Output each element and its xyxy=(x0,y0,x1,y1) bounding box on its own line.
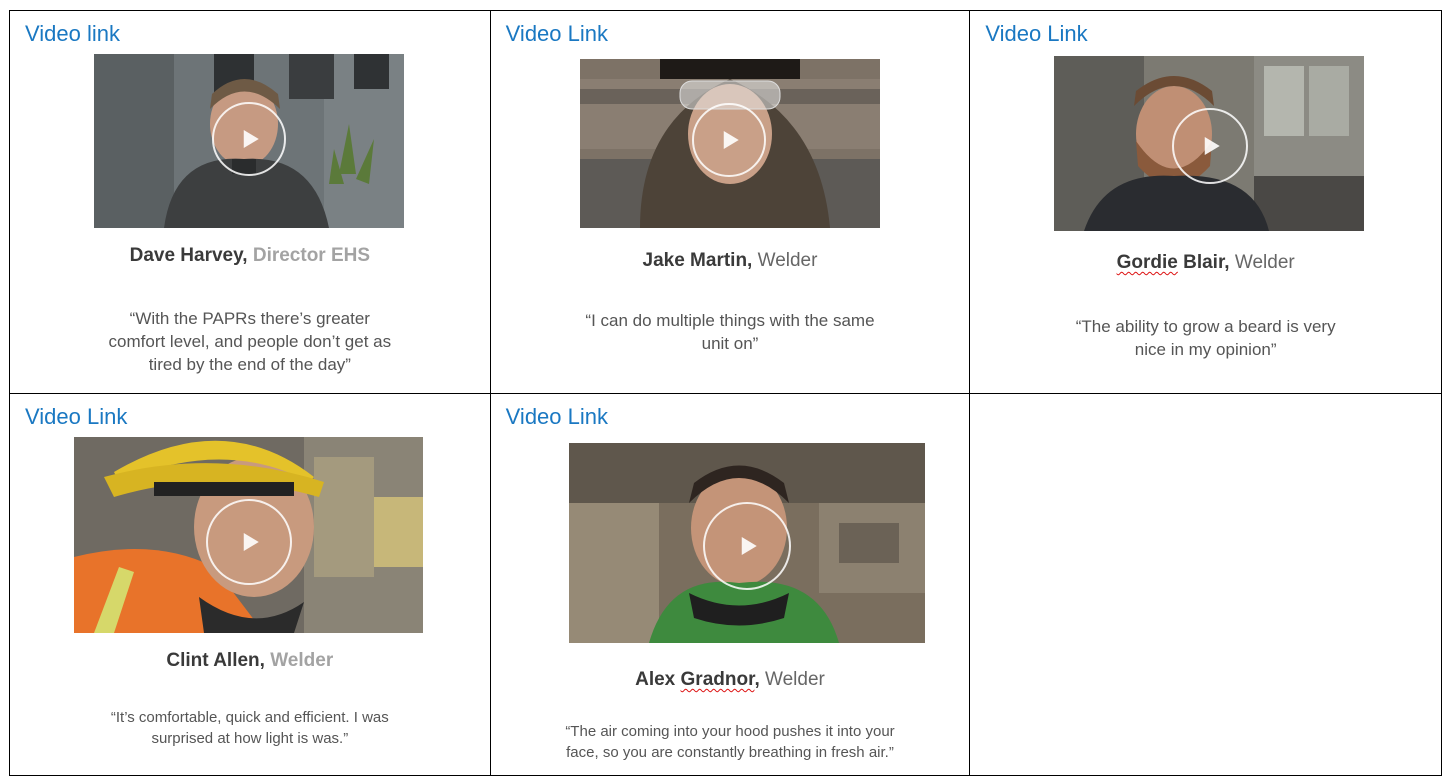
testimonial-quote: “I can do multiple things with the same … xyxy=(585,311,875,353)
video-thumbnail[interactable] xyxy=(94,54,404,228)
video-link[interactable]: Video Link xyxy=(985,21,1087,47)
video-link[interactable]: Video Link xyxy=(506,404,608,430)
testimonial-card: Video Link Alex Gradnor, Welder “The air… xyxy=(489,393,971,776)
testimonial-card: Video link Dave Harvey, Director EHS “Wi… xyxy=(9,10,491,394)
testimonial-quote: “The ability to grow a beard is very nic… xyxy=(1075,317,1336,359)
testimonial-card: Video Link Jake Martin, Welder “I can do… xyxy=(489,10,971,394)
testimonial-quote: “With the PAPRs there’s greater comfort … xyxy=(108,309,392,374)
play-icon[interactable] xyxy=(702,502,791,590)
empty-cell xyxy=(969,393,1442,776)
play-icon[interactable] xyxy=(206,499,292,585)
testimonial-quote: “It’s comfortable, quick and efficient. … xyxy=(110,709,389,747)
person-name: Gordie Blair, Welder xyxy=(1116,252,1295,273)
testimonial-quote: “The air coming into your hood pushes it… xyxy=(565,723,895,761)
testimonial-card: Video Link Clint Allen, Welder “It’s com… xyxy=(9,393,491,776)
play-icon[interactable] xyxy=(691,103,766,177)
play-icon[interactable] xyxy=(1172,108,1249,184)
video-thumbnail[interactable] xyxy=(1054,56,1365,231)
person-name: Alex Gradnor, Welder xyxy=(635,669,825,690)
play-icon[interactable] xyxy=(212,102,286,176)
video-thumbnail[interactable] xyxy=(579,59,880,228)
video-link[interactable]: Video Link xyxy=(506,21,608,47)
person-name: Jake Martin, Welder xyxy=(642,250,818,271)
person-name: Dave Harvey, Director EHS xyxy=(129,245,371,266)
testimonial-grid: Video link Dave Harvey, Director EHS “Wi… xyxy=(9,10,1442,776)
video-link[interactable]: Video Link xyxy=(25,404,127,430)
testimonial-card: Video Link Gordie Blair, Welder “The abi… xyxy=(969,10,1442,394)
video-thumbnail[interactable] xyxy=(74,437,423,633)
video-thumbnail[interactable] xyxy=(568,443,925,643)
person-name: Clint Allen, Welder xyxy=(166,650,334,671)
video-link[interactable]: Video link xyxy=(25,21,120,47)
